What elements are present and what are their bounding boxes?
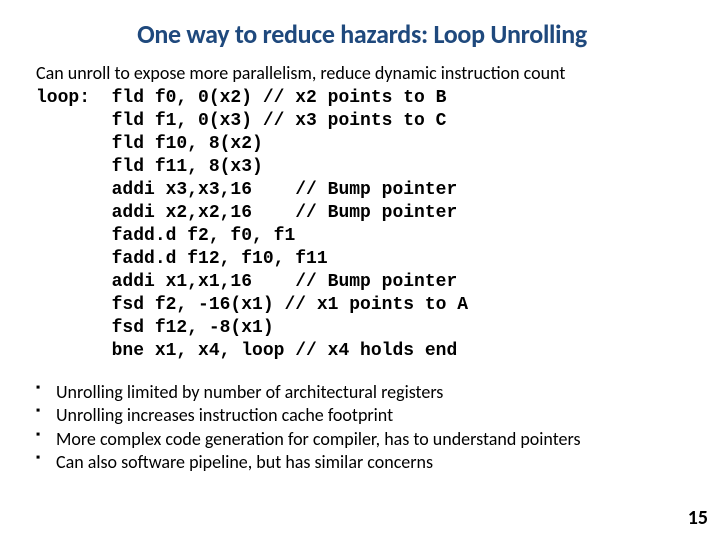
list-item: More complex code generation for compile… — [36, 428, 688, 451]
code-block: loop: fld f0, 0(x2) // x2 points to B fl… — [36, 87, 688, 363]
list-item: Unrolling increases instruction cache fo… — [36, 404, 688, 427]
intro-text: Can unroll to expose more parallelism, r… — [36, 62, 688, 85]
list-item: Can also software pipeline, but has simi… — [36, 451, 688, 474]
slide-title: One way to reduce hazards: Loop Unrollin… — [36, 18, 688, 50]
page-number: 15 — [688, 506, 708, 530]
list-item: Unrolling limited by number of architect… — [36, 381, 688, 404]
bullet-list: Unrolling limited by number of architect… — [36, 381, 688, 475]
